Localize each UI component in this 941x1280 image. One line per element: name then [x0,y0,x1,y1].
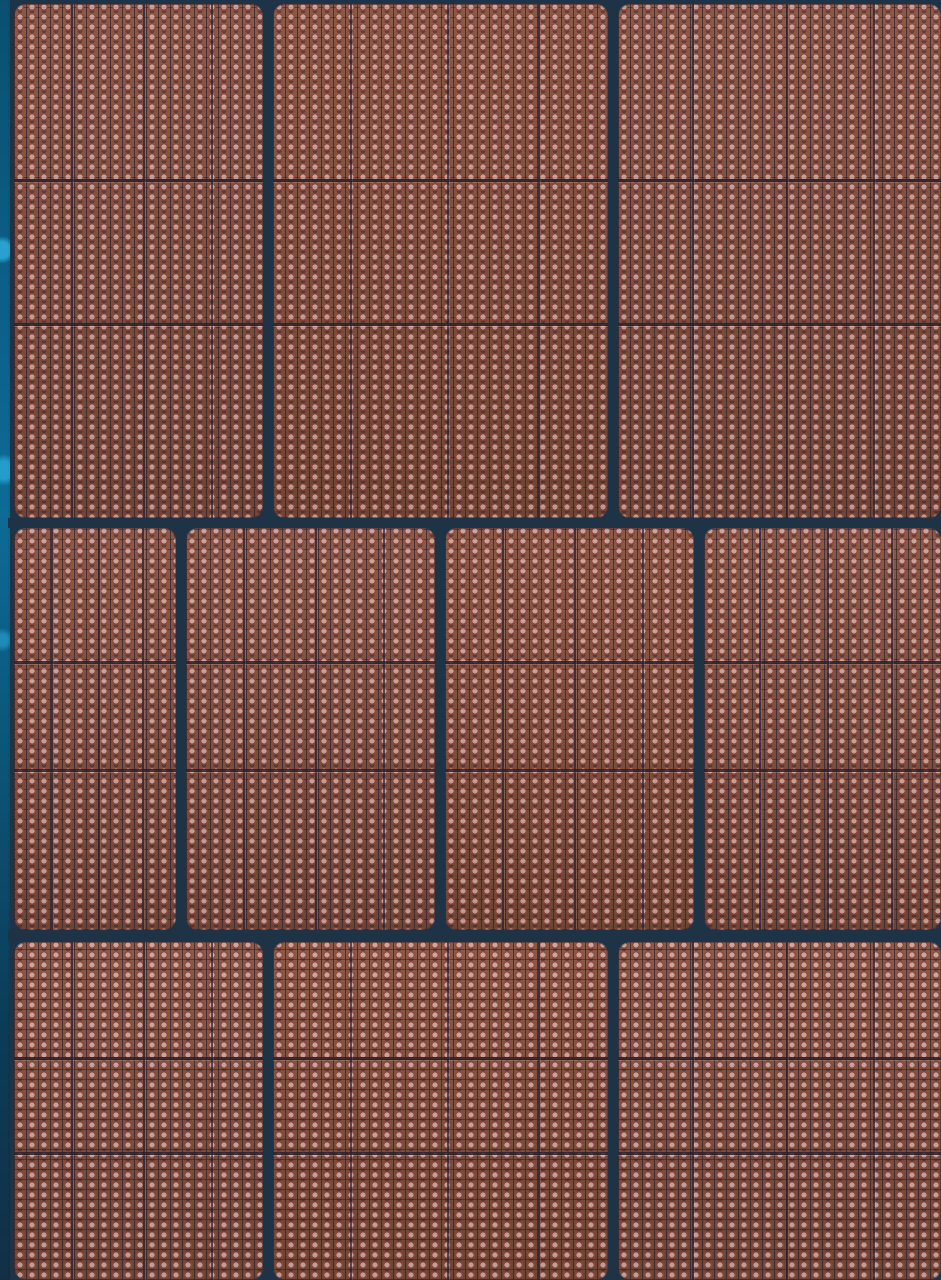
texture-vertical-line [692,942,695,1280]
middle-second-tile [186,528,435,930]
texture-vertical-line [243,528,246,930]
texture-vertical-line [873,4,876,518]
texture-vertical-line [143,4,146,518]
texture-vertical-line [210,4,213,518]
texture-vertical-line [692,4,695,518]
row-separator [8,518,941,528]
left-edge-glow [0,0,10,1280]
texture-vertical-line [210,942,213,1280]
column-separator [176,518,186,930]
texture-vertical-line [785,4,788,518]
column-separator [694,518,704,930]
bottom-left-tile [14,942,263,1280]
tiled-texture-screen [0,0,941,1280]
texture-vertical-line [537,4,540,518]
bottom-right-tile [618,942,941,1280]
column-separator [608,0,618,518]
texture-vertical-line [350,4,353,518]
texture-vertical-line [51,528,54,930]
middle-first-tile [14,528,176,930]
texture-vertical-line [873,942,876,1280]
texture-vertical-line [143,942,146,1280]
column-separator [435,518,445,930]
bottom-middle-tile [273,942,608,1280]
texture-vertical-line [827,528,830,930]
texture-vertical-line [447,4,450,518]
texture-vertical-line [350,942,353,1280]
texture-vertical-line [71,942,74,1280]
texture-vertical-line [71,4,74,518]
texture-vertical-line [382,528,385,930]
column-separator [608,930,618,1280]
texture-vertical-line [785,942,788,1280]
column-separator [263,0,273,518]
texture-vertical-line [641,528,644,930]
texture-vertical-line [537,942,540,1280]
texture-vertical-line [502,528,505,930]
texture-vertical-line [447,942,450,1280]
texture-vertical-line [574,528,577,930]
texture-vertical-line [141,528,144,930]
row-separator [8,930,941,940]
texture-vertical-line [98,528,101,930]
top-middle-tile [273,4,608,518]
texture-vertical-line [758,528,761,930]
middle-fourth-tile [704,528,941,930]
texture-vertical-line [315,528,318,930]
column-separator [263,930,273,1280]
top-right-tile [618,4,941,518]
middle-third-tile [445,528,694,930]
top-left-tile [14,4,263,518]
texture-vertical-line [891,528,894,930]
